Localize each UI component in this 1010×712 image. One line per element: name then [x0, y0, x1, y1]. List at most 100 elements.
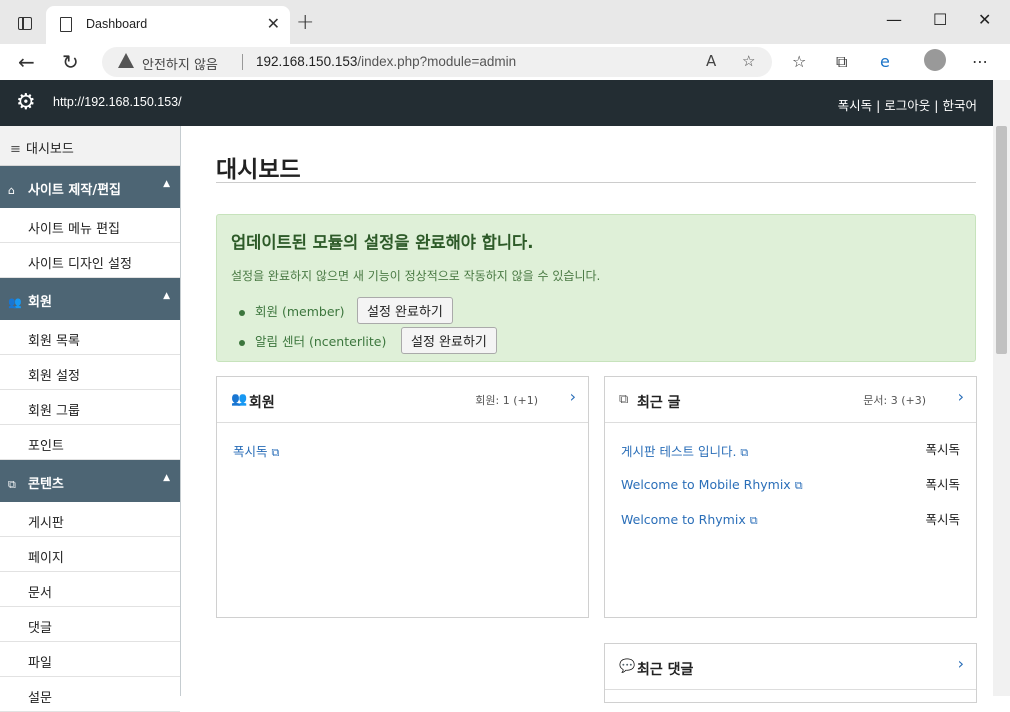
sidebar-item-files[interactable]: 파일	[0, 642, 180, 677]
sidebar-group-label: 회원	[28, 295, 52, 310]
url-bar[interactable]: 안전하지 않음 192.168.150.153/index.php?module…	[102, 47, 772, 77]
favorites-icon[interactable]: ☆	[792, 52, 806, 71]
chevron-right-icon[interactable]: ›	[958, 387, 964, 406]
panel-header: 👥 회원 회원: 1 (+1) ›	[217, 377, 588, 423]
users-icon: 👥	[231, 392, 248, 407]
comments-icon: 💬	[619, 659, 636, 674]
document-title: 게시판 테스트 입니다.	[621, 444, 737, 459]
document-title: Welcome to Rhymix	[621, 512, 746, 527]
alert-module-item: 알림 센터 (ncenterlite)	[239, 331, 386, 350]
sidebar-group-site[interactable]: ⌂ 사이트 제작/편집 ▲	[0, 166, 180, 208]
page-scrollbar[interactable]	[993, 80, 1010, 696]
document-author: 폭시독	[925, 512, 960, 527]
sidebar-item-polls[interactable]: 설문	[0, 677, 180, 712]
user-link[interactable]: 폭시독	[838, 98, 873, 113]
browser-tab-bar: Dashboard ✕ + — ☐ ✕	[0, 0, 1010, 44]
panel-title: 최근 댓글	[637, 662, 694, 678]
documents-icon: ⧉	[619, 392, 629, 407]
sidebar-item-menu-edit[interactable]: 사이트 메뉴 편집	[0, 208, 180, 243]
document-link[interactable]: Welcome to Rhymix ⧉	[621, 512, 758, 528]
warning-icon[interactable]	[118, 53, 134, 68]
url-path: /index.php?module=admin	[357, 54, 517, 69]
collapse-icon: ▲	[163, 291, 170, 301]
add-favorite-icon[interactable]: ☆	[742, 52, 755, 70]
documents-icon: ⧉	[8, 478, 16, 491]
document-link[interactable]: Welcome to Mobile Rhymix ⧉	[621, 477, 803, 493]
external-link-icon: ⧉	[740, 446, 749, 459]
home-icon: ⌂	[8, 184, 15, 197]
sidebar-item-page[interactable]: 페이지	[0, 537, 180, 572]
refresh-icon[interactable]: ↻	[62, 50, 79, 74]
read-aloud-icon[interactable]: A	[706, 52, 716, 70]
sidebar-item-member-settings[interactable]: 회원 설정	[0, 355, 180, 390]
url-separator	[242, 54, 243, 70]
chevron-right-icon[interactable]: ›	[570, 387, 576, 406]
url-host: 192.168.150.153	[256, 54, 358, 69]
security-label[interactable]: 안전하지 않음	[142, 54, 218, 73]
close-window-icon[interactable]: ✕	[978, 10, 991, 29]
sidebar-item-member-list[interactable]: 회원 목록	[0, 320, 180, 355]
sidebar-group-members[interactable]: 👥 회원 ▲	[0, 278, 180, 320]
collapse-icon: ▲	[163, 179, 170, 189]
external-link-icon: ⧉	[794, 479, 803, 492]
chevron-right-icon[interactable]: ›	[958, 654, 964, 673]
member-count: 회원: 1 (+1)	[475, 394, 538, 407]
sidebar: ≡ 대시보드 ⌂ 사이트 제작/편집 ▲ 사이트 메뉴 편집 사이트 디자인 설정 …	[0, 126, 181, 712]
recent-comments-panel: 💬 최근 댓글 ›	[604, 643, 977, 703]
members-panel: 👥 회원 회원: 1 (+1) › 폭시독 ⧉	[216, 376, 589, 618]
bullet-icon	[239, 339, 245, 346]
sidebar-item-board[interactable]: 게시판	[0, 502, 180, 537]
divider: |	[934, 98, 939, 113]
sidebar-group-label: 사이트 제작/편집	[28, 183, 121, 198]
page-icon	[60, 17, 72, 32]
page-title: 대시보드	[216, 157, 301, 183]
profile-avatar[interactable]	[924, 49, 946, 71]
gear-icon[interactable]: ⚙	[16, 90, 36, 115]
logout-link[interactable]: 로그아웃	[884, 98, 930, 113]
sidebar-group-content[interactable]: ⧉ 콘텐츠 ▲	[0, 460, 180, 502]
more-icon[interactable]: ⋯	[972, 52, 988, 71]
close-tab-icon[interactable]: ✕	[267, 14, 280, 33]
divider: |	[876, 98, 881, 113]
sidebar-item-label: 대시보드	[26, 142, 74, 157]
member-link[interactable]: 폭시독 ⧉	[233, 441, 279, 460]
users-icon: 👥	[8, 296, 22, 309]
panel-title: 최근 글	[637, 395, 681, 411]
scrollbar-thumb[interactable]	[996, 126, 1007, 354]
recent-documents-panel: ⧉ 최근 글 문서: 3 (+3) › 게시판 테스트 입니다. ⧉ 폭시독 We…	[604, 376, 977, 618]
sidebar-item-design[interactable]: 사이트 디자인 설정	[0, 243, 180, 278]
document-count: 문서: 3 (+3)	[863, 394, 926, 407]
panel-title: 회원	[249, 395, 275, 411]
complete-setup-button[interactable]: 설정 완료하기	[357, 297, 453, 324]
app-header: ⚙ http://192.168.150.153/ 폭시독 | 로그아웃 | 한…	[0, 80, 993, 126]
bullet-icon	[239, 309, 245, 316]
document-author: 폭시독	[925, 442, 960, 457]
sidebar-item-points[interactable]: 포인트	[0, 425, 180, 460]
tab-title: Dashboard	[86, 17, 148, 31]
document-link[interactable]: 게시판 테스트 입니다. ⧉	[621, 441, 748, 460]
language-link[interactable]: 한국어	[942, 98, 977, 113]
sidebar-item-documents[interactable]: 문서	[0, 572, 180, 607]
alert-heading: 업데이트된 모듈의 설정을 완료해야 합니다.	[231, 233, 534, 252]
collections-icon[interactable]: ⧉	[836, 52, 847, 72]
title-divider	[216, 182, 976, 183]
sidebar-item-dashboard[interactable]: ≡ 대시보드	[0, 126, 180, 166]
minimize-icon[interactable]: —	[886, 10, 902, 29]
site-url-link[interactable]: http://192.168.150.153/	[53, 95, 182, 109]
browser-tab[interactable]: Dashboard ✕	[46, 6, 290, 44]
address-bar-row: ← ↻ 안전하지 않음 192.168.150.153/index.php?mo…	[0, 44, 1010, 80]
url-text[interactable]: 192.168.150.153/index.php?module=admin	[256, 54, 516, 69]
sidebar-item-comments[interactable]: 댓글	[0, 607, 180, 642]
back-icon[interactable]: ←	[18, 50, 35, 74]
sidebar-item-member-groups[interactable]: 회원 그룹	[0, 390, 180, 425]
new-tab-icon[interactable]: +	[296, 10, 314, 35]
menu-icon: ≡	[10, 142, 21, 157]
external-link-icon: ⧉	[749, 514, 758, 527]
complete-setup-button[interactable]: 설정 완료하기	[401, 327, 497, 354]
edge-icon[interactable]: e	[880, 52, 890, 71]
alert-module-item: 회원 (member)	[239, 301, 345, 320]
alert-description: 설정을 완료하지 않으면 새 기능이 정상적으로 작동하지 않을 수 있습니다.	[231, 269, 601, 283]
update-alert: 업데이트된 모듈의 설정을 완료해야 합니다. 설정을 완료하지 않으면 새 기…	[216, 214, 976, 362]
tab-actions-icon[interactable]	[18, 17, 32, 30]
maximize-icon[interactable]: ☐	[933, 10, 947, 29]
